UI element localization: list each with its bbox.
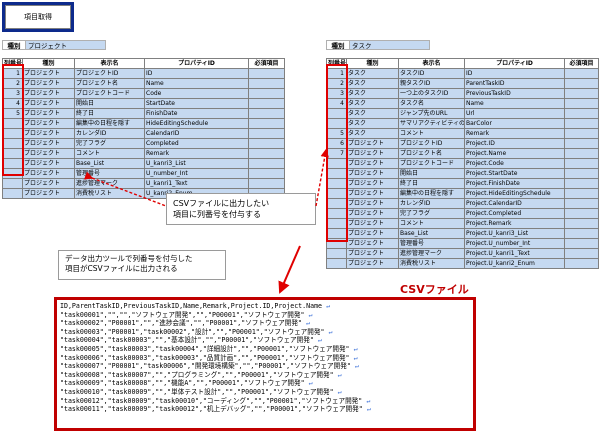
line-return-icon: ↵ [313,336,322,345]
right-arrow [315,148,329,207]
line-return-icon: ↵ [333,387,342,396]
csv-line: "task00012","task00009","task00010","コーデ… [57,397,473,406]
line-return-icon: ↵ [301,319,310,328]
line-return-icon: ↵ [349,353,358,362]
line-return-icon: ↵ [333,370,342,379]
csv-line: "task00005","task00003","task00004","詳細設… [57,345,473,354]
csv-title: CSVファイル [400,283,469,296]
csv-line-text: "task00011","task00009","task00012","机上デ… [60,405,363,414]
line-return-icon: ↵ [304,310,313,319]
left-arrow [83,171,167,207]
left-annotation: データ出力ツールで列番号を付与した 項目がCSVファイルに出力される [58,250,226,280]
line-return-icon: ↵ [304,379,313,388]
csv-line-text: "task00003","P00001","task00002","設計",""… [60,327,325,336]
csv-line-text: ID,ParentTaskID,PreviousTaskID,Name,Rema… [60,302,323,310]
line-return-icon: ↵ [322,302,330,310]
csv-line-text: "task00005","task00003","task00004","詳細設… [60,344,350,353]
csv-line-text: "task00001","","","ソフトウェア開発","","P00001"… [60,310,305,319]
csv-line: "task00009","task00008","","機能A","","P00… [57,379,473,388]
line-return-icon: ↵ [362,405,371,414]
csv-line-text: "task00008","task00007","","プログラミング","",… [60,370,334,379]
csv-line-text: "task00006","task00003","task00003","品質計… [60,353,350,362]
csv-line: "task00007","P00001","task00006","開発環境構築… [57,362,473,371]
line-return-icon: ↵ [350,362,359,371]
csv-line-text: "task00004","task00003","","基本設計","","P0… [60,336,314,345]
csv-line-text: "task00002","P00001","","進捗会議","","P0000… [60,319,302,328]
csv-line: "task00010","task00009","","単体テスト設計","",… [57,388,473,397]
csv-line-text: "task00010","task00009","","単体テスト設計","",… [60,387,334,396]
line-return-icon: ↵ [362,396,371,405]
csv-line-text: "task00012","task00009","task00010","コーデ… [60,396,363,405]
csv-line-text: "task00009","task00008","","機能A","","P00… [60,379,305,388]
csv-file-content: ID,ParentTaskID,PreviousTaskID,Name,Rema… [54,297,476,431]
csv-line: "task00001","","","ソフトウェア開発","","P00001"… [57,311,473,320]
down-arrow [278,245,301,294]
csv-line: "task00006","task00003","task00003","品質計… [57,354,473,363]
csv-line: "task00002","P00001","","進捗会議","","P0000… [57,319,473,328]
csv-line: "task00004","task00003","","基本設計","","P0… [57,336,473,345]
csv-line: "task00011","task00009","task00012","机上デ… [57,405,473,414]
csv-line: ID,ParentTaskID,PreviousTaskID,Name,Rema… [57,302,473,311]
left-annotation-line-1: データ出力ツールで列番号を付与した [65,254,193,263]
line-return-icon: ↵ [349,344,358,353]
csv-line-text: "task00007","P00001","task00006","開発環境構築… [60,362,351,371]
line-return-icon: ↵ [324,327,333,336]
left-annotation-line-2: 項目がCSVファイルに出力される [65,264,178,273]
